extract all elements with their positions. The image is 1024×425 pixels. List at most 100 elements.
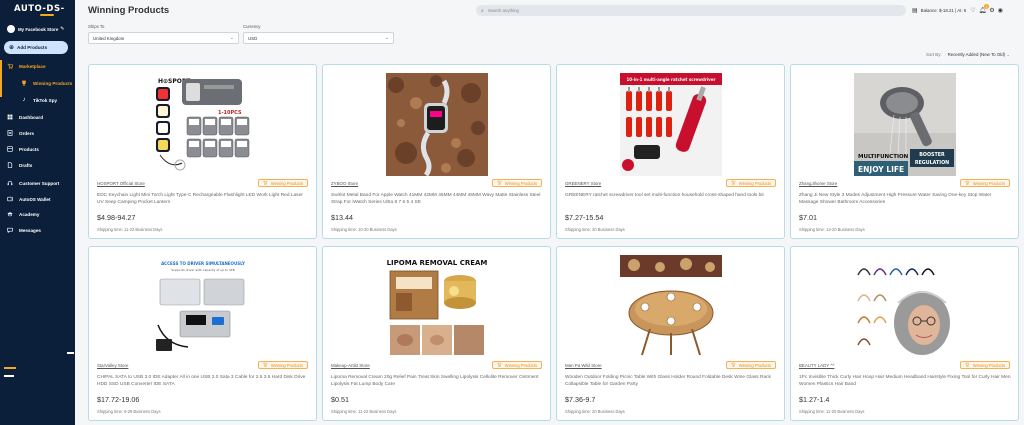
heart-icon[interactable]: ♡ bbox=[970, 7, 975, 14]
trophy-icon: 🏆︎ bbox=[496, 180, 502, 185]
currency-value: USD bbox=[248, 35, 258, 41]
product-card[interactable]: BEAUTY LADY ^^ 🏆︎ Winning Products 1Pc In… bbox=[790, 246, 1019, 421]
trophy-icon bbox=[21, 80, 27, 86]
shipping-time: Shipping time: 11-22 Business Days bbox=[331, 409, 397, 414]
sidebar-item-wallet[interactable]: AutoDS Wallet bbox=[0, 193, 75, 205]
store-link[interactable]: GREENERY Store bbox=[565, 181, 601, 186]
chevron-down-icon: ⌄ bbox=[229, 35, 234, 41]
store-link[interactable]: Makeup-Artist Store bbox=[331, 363, 370, 368]
sidebar-item-products[interactable]: Products bbox=[0, 143, 75, 155]
search-input[interactable]: ⌕ Search anything bbox=[476, 5, 906, 16]
sidebar-item-orders[interactable]: Orders bbox=[0, 127, 75, 139]
dashboard-icon bbox=[7, 114, 13, 120]
sidebar-item-label: Orders bbox=[19, 130, 35, 136]
badge-label: Winning Products bbox=[504, 362, 537, 368]
store-selector[interactable]: My Facebook Store ✎ bbox=[7, 23, 70, 35]
sidebar-item-label: Academy bbox=[19, 211, 40, 217]
image-title-text: LIPOMA REMOVAL CREAM bbox=[386, 259, 487, 267]
product-price: $7.36-9.7 bbox=[565, 395, 596, 404]
image-line2-text: ENJOY LIFE bbox=[858, 165, 904, 174]
add-products-button[interactable]: ⊕ Add Products bbox=[4, 41, 68, 54]
trophy-icon: 🏆︎ bbox=[730, 180, 736, 185]
ships-to-label: Ships To bbox=[88, 24, 105, 29]
badge-label: Winning Products bbox=[504, 180, 537, 186]
product-card[interactable]: Man Pa Wild Store 🏆︎ Winning Products Woo… bbox=[556, 246, 785, 421]
winning-products-badge: 🏆︎ Winning Products bbox=[491, 179, 542, 187]
product-image-screwdriver[interactable]: 10-in-1 multi-angle ratchet screwdriver bbox=[619, 73, 722, 176]
store-name: My Facebook Store bbox=[18, 26, 59, 32]
user-icon[interactable]: ◉ bbox=[998, 7, 1003, 14]
store-link[interactable]: ZhangJihome Store bbox=[799, 181, 837, 186]
sidebar-item-label: Winning Products bbox=[33, 80, 73, 86]
badge-label: Winning Products bbox=[972, 362, 1005, 368]
sidebar-item-marketplace[interactable]: Marketplace bbox=[0, 60, 75, 72]
product-image-flashlight[interactable]: H⊙SPORT 1-10PCS bbox=[151, 73, 254, 176]
product-title[interactable]: Wooden Outdoor Folding Picnic Table With… bbox=[565, 374, 777, 388]
ships-to-select[interactable]: United Kingdom ⌄ bbox=[88, 32, 239, 44]
sidebar-item-drafts[interactable]: Drafts bbox=[0, 159, 75, 171]
chevron-down-icon: ⌄ bbox=[1006, 52, 1011, 57]
sidebar-item-label: Products bbox=[19, 146, 39, 152]
notification-bell-icon[interactable]: 🔔︎ 1 bbox=[979, 4, 990, 14]
sidebar-item-label: Marketplace bbox=[19, 63, 46, 69]
store-link[interactable]: HOSPORT Official Store bbox=[97, 181, 145, 186]
shipping-time: Shipping time: 11-22 Business Days bbox=[97, 227, 163, 232]
product-title[interactable]: GREENERY ratchet screwdriver tool set mu… bbox=[565, 192, 777, 199]
currency-select[interactable]: USD ⌄ bbox=[243, 32, 394, 44]
image-line2-text: Supports driver with capacity of up to 4… bbox=[171, 268, 234, 272]
store-link[interactable]: ZYBOO Store bbox=[331, 181, 358, 186]
sidebar: AUTO-DS- My Facebook Store ✎ ⊕ Add Produ… bbox=[0, 0, 75, 425]
product-title[interactable]: Lipoma Removal Cream 20g Relief Pain Tre… bbox=[331, 374, 543, 388]
product-card[interactable]: LIPOMA REMOVAL CREAM Makeup-Artist Store… bbox=[322, 246, 551, 421]
badge-label: Winning Products bbox=[738, 180, 771, 186]
sidebar-item-academy[interactable]: Academy bbox=[0, 208, 75, 220]
sidebar-item-label: TikTok Spy bbox=[33, 97, 58, 103]
autods-logo[interactable]: AUTO-DS- bbox=[14, 4, 65, 14]
shipping-time: Shipping time: 20 Business Days bbox=[565, 227, 625, 232]
store-link[interactable]: Man Pa Wild Store bbox=[565, 363, 602, 368]
tiktok-icon: ♪ bbox=[22, 97, 26, 103]
product-image-shower-head[interactable]: MULTIFUNCTION BOOSTER REGULATION ENJOY L… bbox=[853, 73, 956, 176]
trophy-icon: 🏆︎ bbox=[496, 362, 502, 367]
product-title[interactable]: Zhang Ji New Style 3 Modes Adjustment Hi… bbox=[799, 192, 1011, 206]
balance-text[interactable]: Balance: $-18.21 | AI: 6 bbox=[921, 8, 967, 13]
sidebar-item-tiktok-spy[interactable]: ♪ TikTok Spy bbox=[0, 94, 75, 106]
product-image-watch-band[interactable] bbox=[385, 73, 488, 176]
search-icon: ⌕ bbox=[481, 7, 484, 14]
badge-label: Winning Products bbox=[270, 180, 303, 186]
sidebar-item-customer-support[interactable]: Customer Support bbox=[0, 177, 75, 189]
products-icon bbox=[7, 146, 13, 152]
product-title[interactable]: EDC Keychain Light Mini Torch Light Type… bbox=[97, 192, 309, 206]
sidebar-item-label: Dashboard bbox=[19, 114, 43, 120]
product-title[interactable]: CHIPAL SATA to USB 3.0 IDE Adapter All i… bbox=[97, 374, 309, 388]
product-card[interactable]: MULTIFUNCTION BOOSTER REGULATION ENJOY L… bbox=[790, 64, 1019, 239]
product-image-picnic-table[interactable] bbox=[619, 255, 722, 358]
product-title[interactable]: Swirlot Metal Band For Apple Watch 41MM … bbox=[331, 192, 543, 206]
product-card[interactable]: ACCESS TO DRIVER SIMULTANEOUSLY Supports… bbox=[88, 246, 317, 421]
sort-by[interactable]: Sort By: Recently Added (New To Old) ⌄ bbox=[926, 52, 1010, 58]
product-image-sata-adapter[interactable]: ACCESS TO DRIVER SIMULTANEOUSLY Supports… bbox=[151, 255, 254, 358]
sidebar-item-label: Drafts bbox=[19, 162, 33, 168]
product-title[interactable]: 1Pc Invisible Thick Curly Hair Hoop Hair… bbox=[799, 374, 1011, 388]
product-image-hair-hoop[interactable] bbox=[853, 255, 956, 358]
store-link[interactable]: BEAUTY LADY ^^ bbox=[799, 363, 834, 368]
product-card[interactable]: ZYBOO Store 🏆︎ Winning Products Swirlot M… bbox=[322, 64, 551, 239]
winning-products-badge: 🏆︎ Winning Products bbox=[257, 179, 308, 187]
trophy-icon: 🏆︎ bbox=[262, 180, 268, 185]
settings-icon[interactable]: ⚙ bbox=[989, 7, 994, 14]
currency-label: Currency bbox=[243, 24, 261, 29]
pencil-icon[interactable]: ✎ bbox=[60, 26, 64, 32]
product-image-lipoma-cream[interactable]: LIPOMA REMOVAL CREAM bbox=[385, 255, 488, 358]
product-card[interactable]: H⊙SPORT 1-10PCS HOSPORT Official Store 🏆… bbox=[88, 64, 317, 239]
sidebar-item-winning-products[interactable]: Winning Products bbox=[0, 77, 75, 89]
sidebar-item-messages[interactable]: Messages bbox=[0, 224, 75, 236]
product-price: $1.27-1.4 bbox=[799, 395, 830, 404]
store-link[interactable]: StarValley Store bbox=[97, 363, 128, 368]
sidebar-item-label: Messages bbox=[19, 227, 41, 233]
sidebar-item-dashboard[interactable]: Dashboard bbox=[0, 111, 75, 123]
product-card[interactable]: 10-in-1 multi-angle ratchet screwdriver … bbox=[556, 64, 785, 239]
badge-label: Winning Products bbox=[270, 362, 303, 368]
sidebar-decoration bbox=[4, 375, 14, 377]
winning-products-badge: 🏆︎ Winning Products bbox=[257, 361, 308, 369]
winning-products-badge: 🏆︎ Winning Products bbox=[725, 179, 776, 187]
